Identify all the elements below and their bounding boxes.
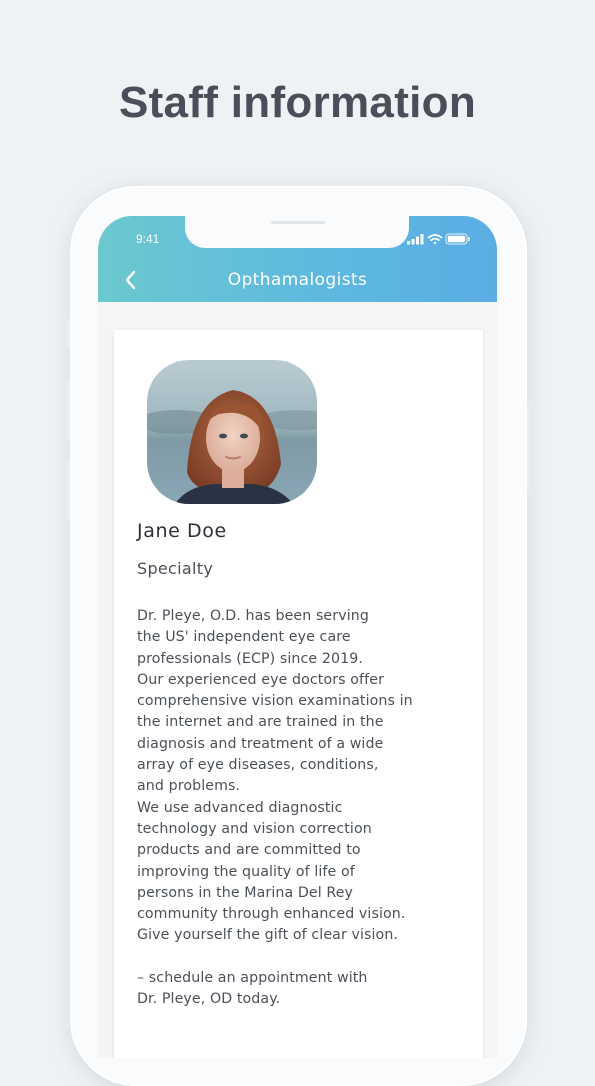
volume-down-button <box>66 458 70 520</box>
bio-line: products and are committed to <box>137 842 361 859</box>
power-button <box>527 402 531 494</box>
bio-line: community through enhanced vision. <box>137 906 406 923</box>
phone-screen: 9:41 Opthamalogists Jane Doe Specialty D… <box>98 216 497 1058</box>
staff-name: Jane Doe <box>137 520 227 542</box>
bio-line: the internet and are trained in the <box>137 714 384 731</box>
bio-line: the US' independent eye care <box>137 629 351 646</box>
bio-line: diagnosis and treatment of a wide <box>137 735 384 752</box>
bio-line: array of eye diseases, conditions, <box>137 757 379 774</box>
bio-line: persons in the Marina Del Rey <box>137 884 354 901</box>
bio-line: Our experienced eye doctors offer <box>137 671 385 688</box>
bio-line: and problems. <box>137 778 241 795</box>
bio-line: professionals (ECP) since 2019. <box>137 650 363 667</box>
volume-up-button <box>66 378 70 440</box>
bio-line: Give yourself the gift of clear vision. <box>137 927 399 944</box>
staff-avatar <box>147 360 317 504</box>
cta-line: – schedule an appointment with <box>137 970 368 987</box>
cta-line: Dr. Pleye, OD today. <box>137 991 281 1008</box>
staff-bio: Dr. Pleye, O.D. has been serving the US'… <box>137 606 473 1011</box>
wifi-icon <box>427 234 443 245</box>
mute-switch <box>66 318 70 348</box>
bio-line: Dr. Pleye, O.D. has been serving <box>137 608 369 624</box>
status-icons <box>407 233 470 245</box>
staff-specialty: Specialty <box>137 559 214 578</box>
bio-line: improving the quality of life of <box>137 863 355 880</box>
bio-line: technology and vision correction <box>137 820 372 837</box>
bio-line: We use advanced diagnostic <box>137 799 343 816</box>
signal-icon <box>407 234 424 245</box>
bio-line: comprehensive vision examinations in <box>137 693 413 710</box>
status-time: 9:41 <box>136 232 160 246</box>
page-headline: Staff information <box>118 78 477 127</box>
staff-profile-card: Jane Doe Specialty Dr. Pleye, O.D. has b… <box>114 330 483 1058</box>
screen-title: Opthamalogists <box>227 270 368 290</box>
speaker-grille <box>271 221 325 224</box>
battery-icon <box>445 233 470 245</box>
